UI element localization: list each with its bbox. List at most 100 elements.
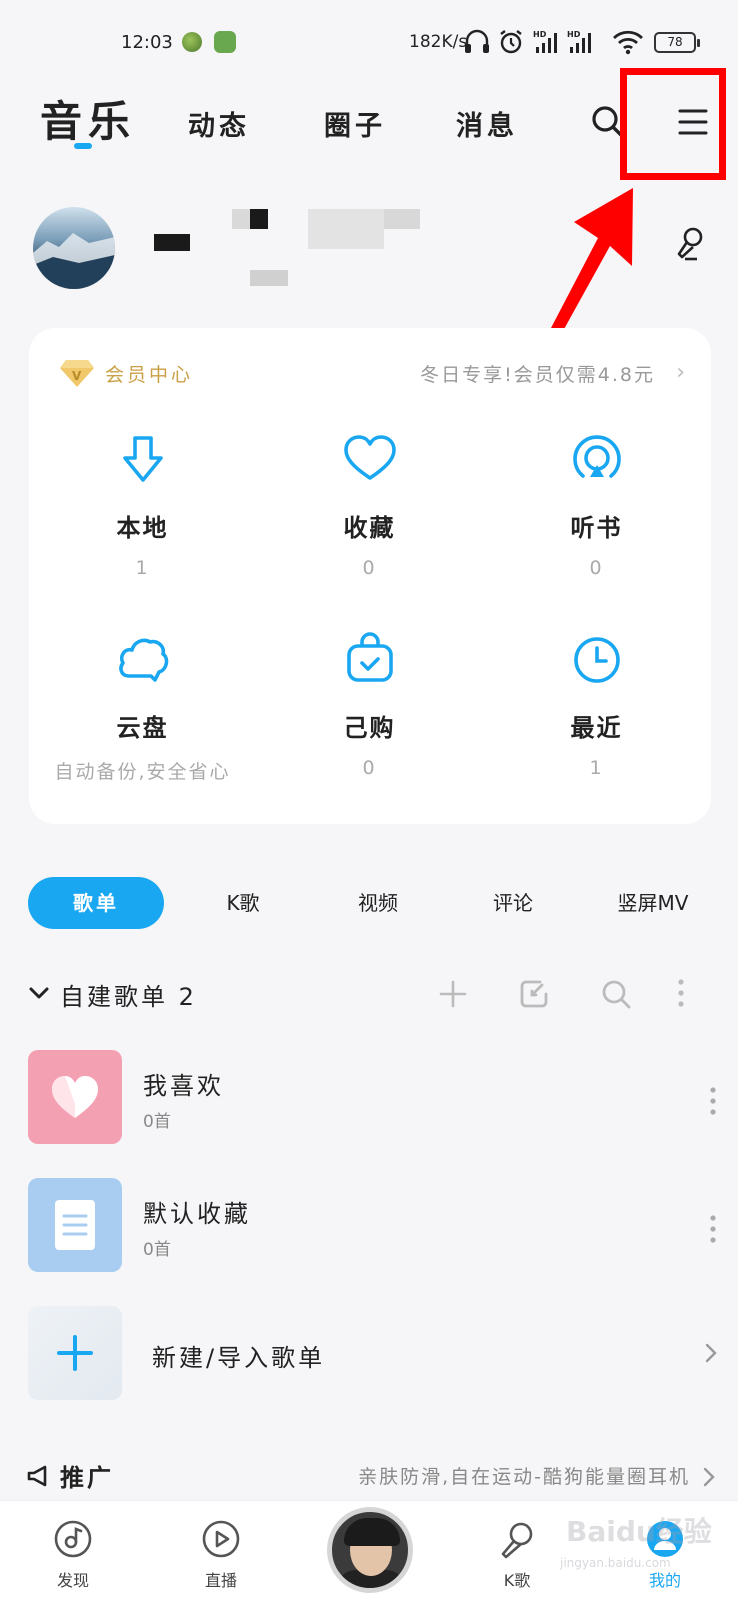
tab-karaoke[interactable]: K歌 xyxy=(193,877,293,929)
notification-app-icon xyxy=(182,32,202,52)
quick-label: 收藏 xyxy=(343,514,396,542)
tab-playlists[interactable]: 歌单 xyxy=(28,877,164,929)
username-redacted xyxy=(232,209,250,229)
playlist-cover xyxy=(28,1178,122,1272)
nav-label: 发现 xyxy=(56,1571,89,1590)
quick-label: 听书 xyxy=(570,514,623,542)
now-playing-avatar[interactable] xyxy=(327,1507,413,1593)
more-vertical-icon[interactable] xyxy=(676,977,686,1009)
new-playlist-label: 新建/导入歌单 xyxy=(152,1344,326,1372)
quick-count: 0 xyxy=(589,557,604,579)
vip-title: 会员中心 xyxy=(105,364,194,386)
username-redacted xyxy=(250,209,268,229)
quick-cloud[interactable]: 云盘 自动备份,安全省心 xyxy=(29,632,256,784)
heart-icon xyxy=(343,435,396,480)
quick-count: 0 xyxy=(362,557,377,579)
username-redacted xyxy=(384,209,420,229)
nav-discover[interactable]: 发现 xyxy=(28,1519,118,1591)
status-time: 12:03 xyxy=(121,32,173,53)
quick-access-card: V 会员中心 冬日专享!会员仅需4.8元 › 本地 1 收藏 0 听书 0 云盘 xyxy=(29,328,711,824)
heart-cover-icon xyxy=(52,1076,98,1118)
nav-karaoke[interactable]: K歌 xyxy=(472,1519,562,1591)
nav-label: 我的 xyxy=(648,1571,681,1590)
playlist-item-favorites[interactable]: 我喜欢 0首 xyxy=(28,1050,718,1144)
notification-app-icon-2 xyxy=(214,31,236,53)
clock-icon xyxy=(573,637,620,683)
signal-hd-icon: HD xyxy=(533,30,557,53)
search-icon[interactable] xyxy=(590,104,624,138)
vip-diamond-icon: V xyxy=(60,360,94,387)
wifi-icon xyxy=(613,30,643,55)
quick-count: 1 xyxy=(589,757,604,779)
quick-label: 云盘 xyxy=(116,714,169,742)
playlist-item-default[interactable]: 默认收藏 0首 xyxy=(28,1178,718,1272)
watermark-url: jingyan.baidu.com xyxy=(560,1556,671,1570)
headphones-icon xyxy=(465,29,489,53)
vip-promo-text: 冬日专享!会员仅需4.8元 xyxy=(420,364,655,386)
username-redacted xyxy=(250,270,288,286)
playlist-count: 0首 xyxy=(143,1240,171,1260)
promo-row[interactable]: 推广 亲肤防滑,自在运动-酷狗能量圈耳机 xyxy=(26,1458,716,1498)
network-rate: 182K/s xyxy=(409,32,468,52)
plus-icon xyxy=(57,1335,93,1371)
quick-audiobook[interactable]: 听书 0 xyxy=(483,432,710,579)
vip-center-row[interactable]: V 会员中心 冬日专享!会员仅需4.8元 › xyxy=(59,358,689,388)
alarm-icon xyxy=(500,30,522,54)
megaphone-icon xyxy=(27,1465,47,1487)
chevron-right-icon: › xyxy=(676,360,685,385)
search-playlist-icon[interactable] xyxy=(600,978,632,1010)
cloud-icon xyxy=(118,638,168,682)
playlist-name: 我喜欢 xyxy=(143,1072,224,1100)
play-circle-icon xyxy=(202,1520,240,1558)
chevron-down-icon[interactable] xyxy=(28,985,50,1001)
watermark: Baidu经验 xyxy=(566,1515,712,1548)
quick-label: 己购 xyxy=(343,714,396,742)
tab-dynamics[interactable]: 动态 xyxy=(188,104,250,143)
document-cover-icon xyxy=(55,1200,95,1250)
new-playlist-tile xyxy=(28,1306,122,1400)
chevron-right-icon xyxy=(703,1467,715,1487)
content-tabs: 歌单 K歌 视频 评论 竖屏MV xyxy=(28,877,718,929)
tab-videos[interactable]: 视频 xyxy=(328,877,428,929)
playlist-count: 0首 xyxy=(143,1112,171,1132)
tab-music[interactable]: 音乐 xyxy=(40,88,136,149)
tab-messages[interactable]: 消息 xyxy=(456,104,518,143)
new-playlist-row[interactable]: 新建/导入歌单 xyxy=(28,1306,718,1400)
add-icon[interactable] xyxy=(438,979,468,1009)
quick-favorites[interactable]: 收藏 0 xyxy=(256,432,483,579)
quick-label: 最近 xyxy=(570,714,623,742)
playlist-section-header: 自建歌单 2 xyxy=(26,975,716,1015)
quick-local[interactable]: 本地 1 xyxy=(29,432,256,579)
promo-title: 推广 xyxy=(60,1464,114,1492)
section-title: 自建歌单 2 xyxy=(60,983,197,1011)
quick-count: 0 xyxy=(362,757,377,779)
avatar[interactable] xyxy=(33,207,115,289)
discover-music-icon xyxy=(54,1520,92,1558)
more-vertical-icon[interactable] xyxy=(708,1214,718,1244)
playlist-name: 默认收藏 xyxy=(143,1200,251,1228)
karaoke-mic-icon[interactable] xyxy=(676,226,706,262)
quick-purchased[interactable]: 己购 0 xyxy=(256,632,483,779)
audiobook-icon xyxy=(572,435,621,478)
battery-indicator: 78 xyxy=(654,32,700,53)
active-tab-indicator xyxy=(74,143,92,149)
quick-count: 1 xyxy=(135,557,150,579)
tab-comments[interactable]: 评论 xyxy=(463,877,563,929)
download-icon xyxy=(122,436,163,482)
svg-text:V: V xyxy=(72,369,82,383)
chevron-right-icon xyxy=(705,1343,717,1363)
username-redacted xyxy=(308,209,384,249)
promo-desc: 亲肤防滑,自在运动-酷狗能量圈耳机 xyxy=(358,1466,690,1488)
tab-vertical-mv[interactable]: 竖屏MV xyxy=(598,877,708,929)
more-vertical-icon[interactable] xyxy=(708,1086,718,1116)
quick-count: 自动备份,安全省心 xyxy=(54,761,231,783)
nav-live[interactable]: 直播 xyxy=(176,1519,266,1591)
nav-label: K歌 xyxy=(503,1571,531,1590)
svg-text:HD: HD xyxy=(567,30,581,39)
purchase-bag-icon xyxy=(346,632,393,682)
import-icon[interactable] xyxy=(518,978,550,1010)
quick-recent[interactable]: 最近 1 xyxy=(483,632,710,779)
playlist-cover xyxy=(28,1050,122,1144)
username-redacted xyxy=(154,234,190,251)
tab-circles[interactable]: 圈子 xyxy=(324,104,386,143)
